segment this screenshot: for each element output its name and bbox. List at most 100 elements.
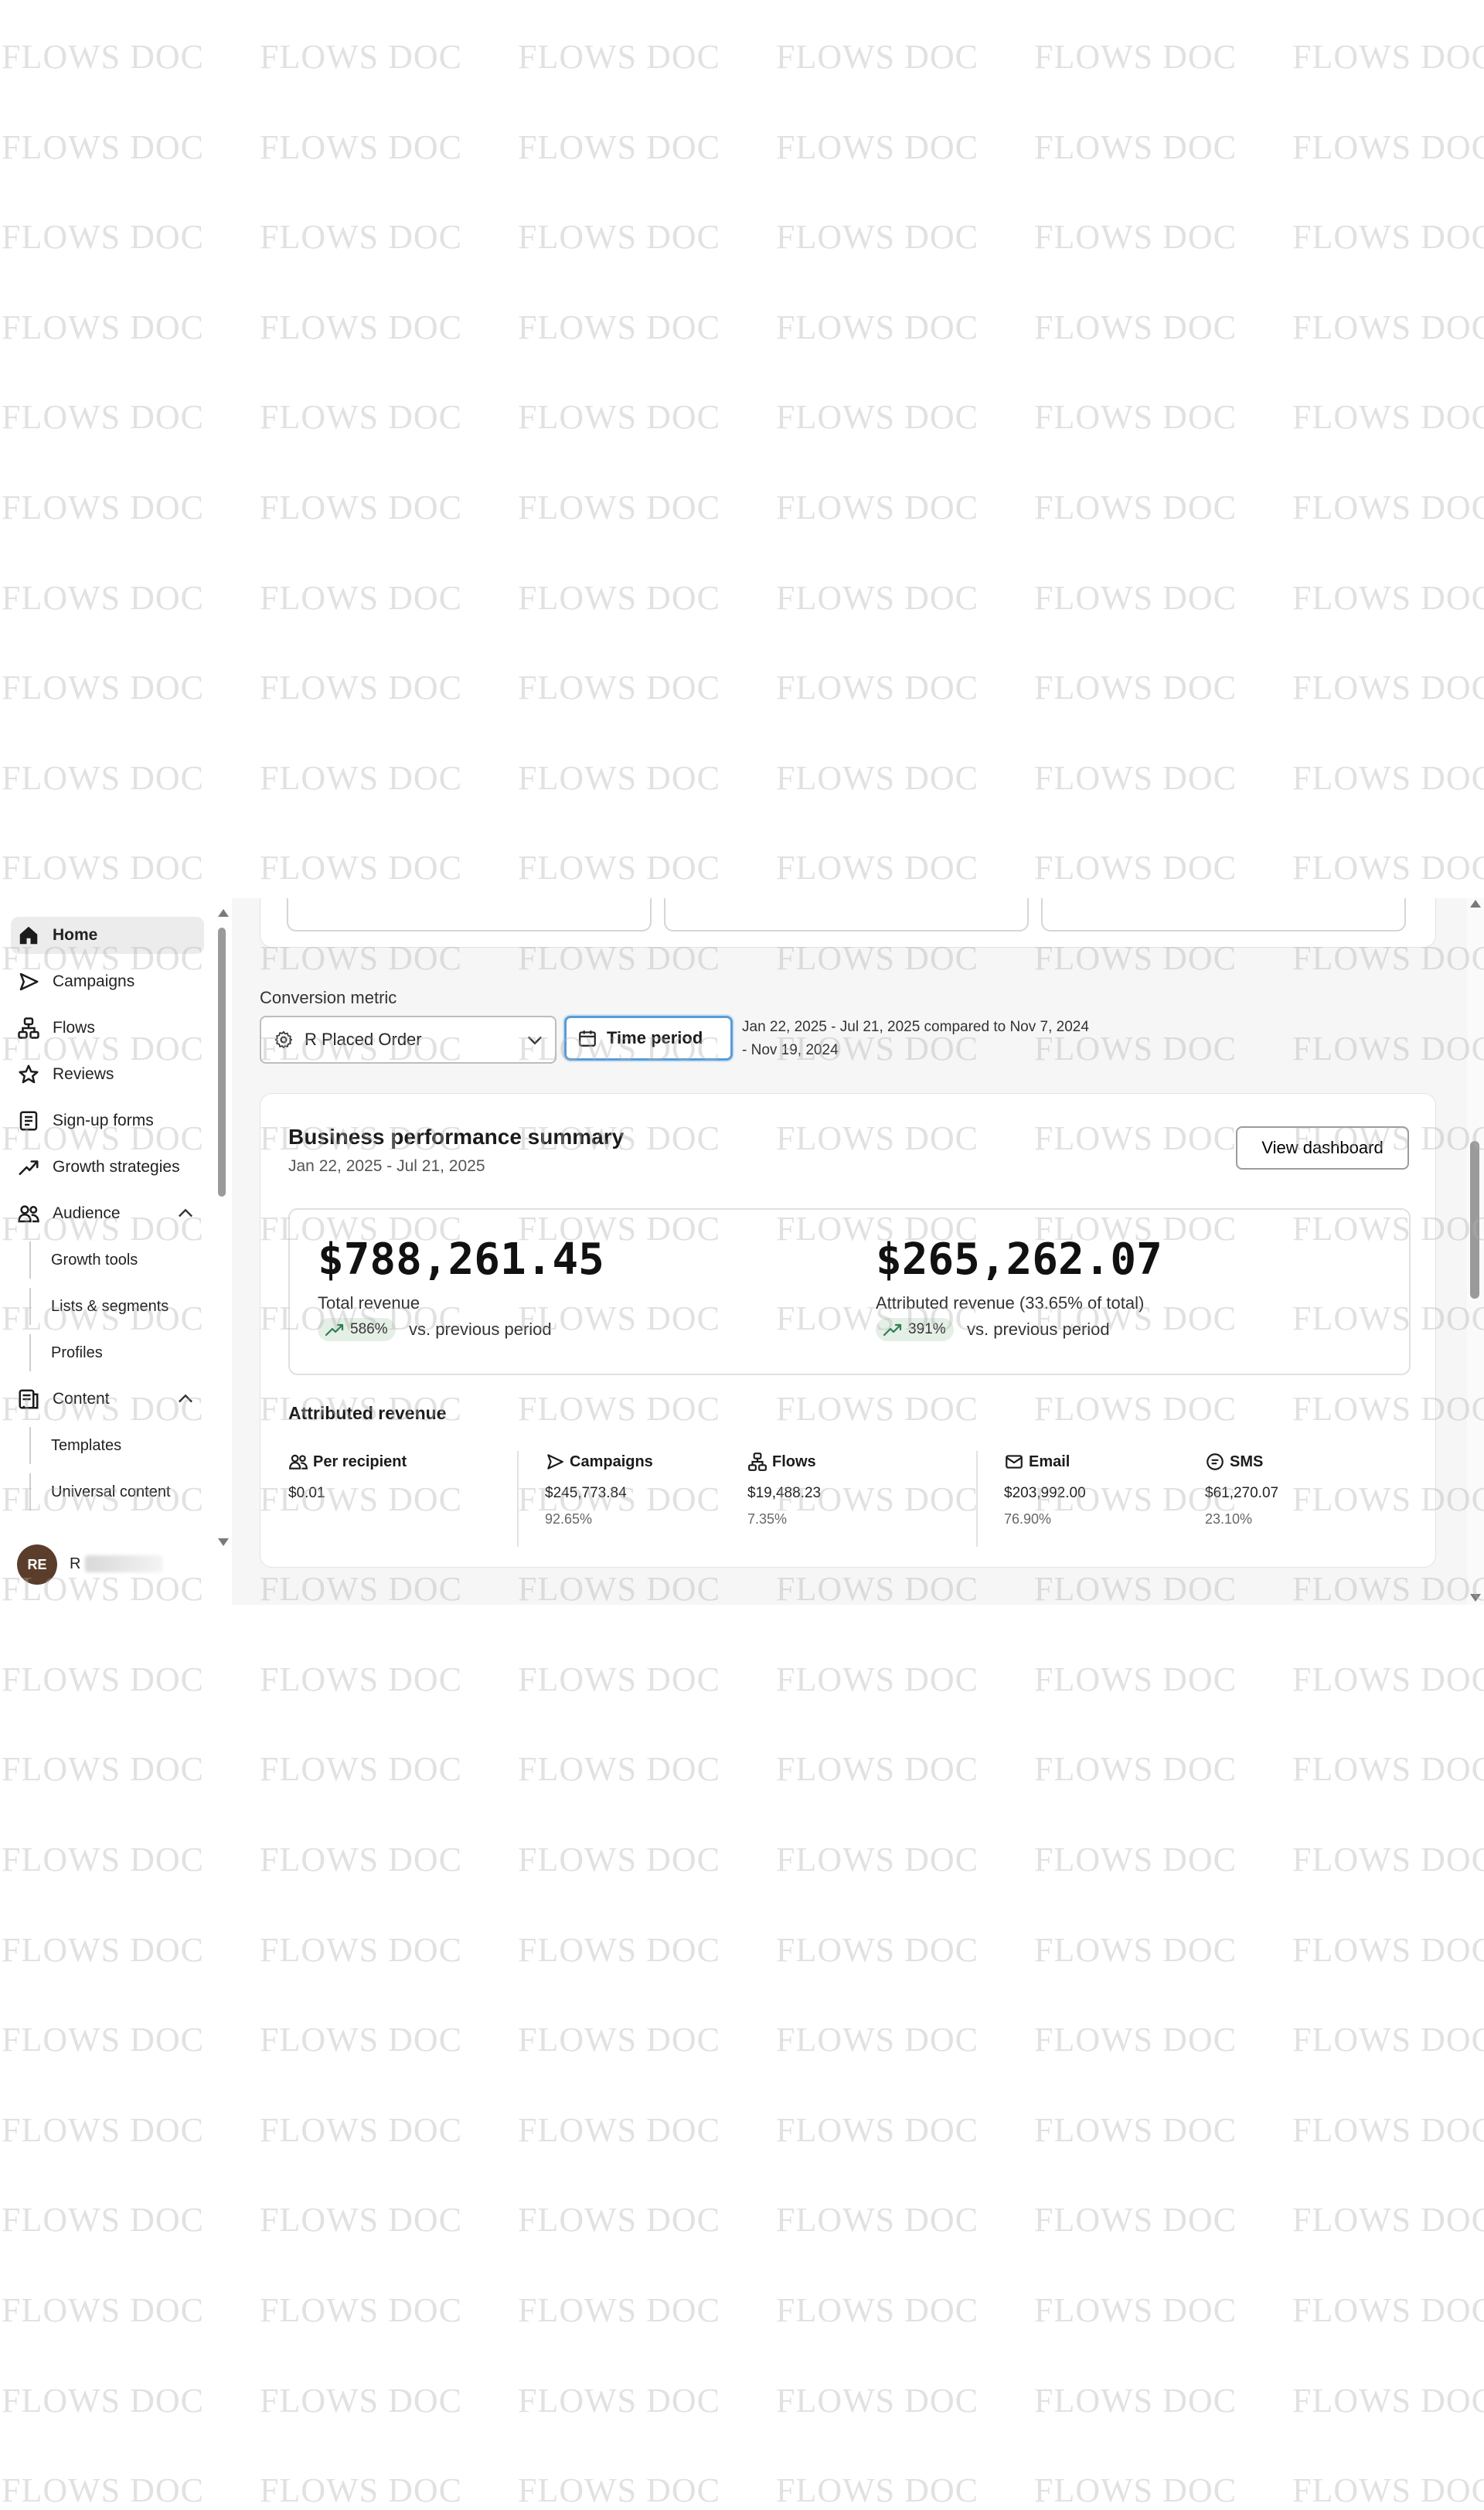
scroll-down-arrow-icon[interactable] [1470,1594,1481,1602]
watermark-text: FLOWS DOC [1292,669,1484,707]
sidebar-item-label: Campaigns [53,972,135,990]
time-period-button[interactable]: Time period [564,1016,733,1061]
vs-previous-period: vs. previous period [409,1320,552,1339]
watermark-text: FLOWS DOC [518,218,721,257]
watermark-text: FLOWS DOC [2,758,205,797]
scroll-up-arrow-icon[interactable] [1470,900,1481,908]
watermark-text: FLOWS DOC [776,38,979,76]
sidebar-item-lists-segments[interactable]: Lists & segments [29,1288,201,1325]
watermark-text: FLOWS DOC [518,2471,721,2510]
watermark-text: FLOWS DOC [2,218,205,257]
top-card-tile[interactable] [664,898,1029,931]
divider [976,1451,978,1547]
watermark-text: FLOWS DOC [1292,578,1484,617]
metric-label: Flows [772,1453,816,1470]
watermark-text: FLOWS DOC [1292,308,1484,346]
sidebar-item-profiles[interactable]: Profiles [29,1334,201,1371]
watermark-text: FLOWS DOC [260,2021,463,2059]
mail-icon [1006,1455,1023,1469]
sidebar-item-flows[interactable]: Flows [11,1010,204,1047]
watermark-text: FLOWS DOC [2,2110,205,2149]
watermark-text: FLOWS DOC [2,1750,205,1789]
watermark-text: FLOWS DOC [2,849,205,887]
watermark-text: FLOWS DOC [2,128,205,166]
attributed-revenue-title: Attributed revenue [288,1403,447,1423]
sidebar-item-universal-content[interactable]: Universal content [29,1473,201,1510]
metric-label: SMS [1230,1453,1264,1470]
watermark-text: FLOWS DOC [518,849,721,887]
watermark-text: FLOWS DOC [776,849,979,887]
scrollbar-thumb[interactable] [218,928,226,1197]
watermark-text: FLOWS DOC [260,669,463,707]
watermark-text: FLOWS DOC [1034,758,1237,797]
sidebar-item-audience[interactable]: Audience [11,1195,204,1232]
flows-icon [748,1453,767,1471]
sidebar-item-content[interactable]: Content [11,1381,204,1418]
vs-previous-period: vs. previous period [967,1320,1110,1339]
sidebar-item-label: Reviews [53,1065,114,1083]
sidebar-item-campaigns[interactable]: Campaigns [11,963,204,1000]
metric-percent: 76.90% [1004,1511,1052,1527]
card-date-range: Jan 22, 2025 - Jul 21, 2025 [288,1157,485,1175]
watermark-text: FLOWS DOC [776,2381,979,2420]
sidebar-item-home[interactable]: Home [11,917,204,954]
chevron-up-icon[interactable] [175,1203,196,1224]
sidebar-scrollbar[interactable] [218,909,229,1546]
watermark-text: FLOWS DOC [2,2021,205,2059]
sidebar-item-signup-forms[interactable]: Sign-up forms [11,1102,204,1139]
watermark-text: FLOWS DOC [1292,2110,1484,2149]
watermark-text: FLOWS DOC [1034,849,1237,887]
revenue-summary-box: $788,261.45 Total revenue 586% vs. previ… [288,1208,1411,1375]
sidebar-item-growth-tools[interactable]: Growth tools [29,1241,201,1279]
main-scrollbar[interactable] [1467,898,1484,1605]
watermark-text: FLOWS DOC [1292,1660,1484,1698]
form-icon [15,1108,42,1134]
trend-up-icon [883,1323,902,1337]
sidebar-item-templates[interactable]: Templates [29,1427,201,1464]
sidebar-item-growth-strategies[interactable]: Growth strategies [11,1149,204,1186]
scroll-down-arrow-icon[interactable] [218,1538,229,1546]
watermark-text: FLOWS DOC [1034,2471,1237,2510]
watermark-text: FLOWS DOC [2,308,205,346]
app-window: Home Campaigns Flows Reviews Sign-up for… [0,898,1484,1605]
watermark-text: FLOWS DOC [2,669,205,707]
watermark-text: FLOWS DOC [260,2381,463,2420]
avatar[interactable]: RE [17,1544,57,1585]
watermark-text: FLOWS DOC [2,2291,205,2329]
conversion-metric-select[interactable]: R Placed Order [260,1016,556,1064]
watermark-text: FLOWS DOC [260,2201,463,2239]
watermark-text: FLOWS DOC [518,489,721,526]
watermark-text: FLOWS DOC [776,1841,979,1878]
chevron-up-icon[interactable] [175,1388,196,1410]
user-name[interactable]: R [70,1555,80,1573]
watermark-text: FLOWS DOC [776,2021,979,2059]
time-period-label: Time period [607,1028,703,1047]
watermark-text: FLOWS DOC [1034,128,1237,166]
watermark-text: FLOWS DOC [1292,38,1484,76]
view-dashboard-button[interactable]: View dashboard [1236,1126,1409,1170]
top-card-tile[interactable] [287,898,652,931]
watermark-text: FLOWS DOC [2,489,205,526]
watermark-text: FLOWS DOC [518,669,721,707]
watermark-text: FLOWS DOC [1292,2021,1484,2059]
top-card-tile[interactable] [1041,898,1406,931]
content-icon [15,1386,42,1412]
watermark-text: FLOWS DOC [1292,2471,1484,2510]
sidebar-item-reviews[interactable]: Reviews [11,1056,204,1093]
watermark-text: FLOWS DOC [518,2381,721,2420]
watermark-text: FLOWS DOC [1292,218,1484,257]
star-icon [15,1061,42,1088]
scrollbar-thumb[interactable] [1470,1141,1479,1299]
watermark-text: FLOWS DOC [776,2291,979,2329]
watermark-text: FLOWS DOC [260,218,463,257]
trend-icon [15,1154,42,1180]
watermark-text: FLOWS DOC [260,308,463,346]
business-performance-card: Business performance summary Jan 22, 202… [260,1093,1436,1568]
scroll-up-arrow-icon[interactable] [218,909,229,917]
metric-label: Campaigns [570,1453,653,1470]
watermark-text: FLOWS DOC [1034,489,1237,526]
metric-value: $0.01 [288,1485,325,1501]
watermark-text: FLOWS DOC [1034,308,1237,346]
watermark-text: FLOWS DOC [518,758,721,797]
metric-per-recipient: Per recipient $0.01 [288,1451,407,1502]
